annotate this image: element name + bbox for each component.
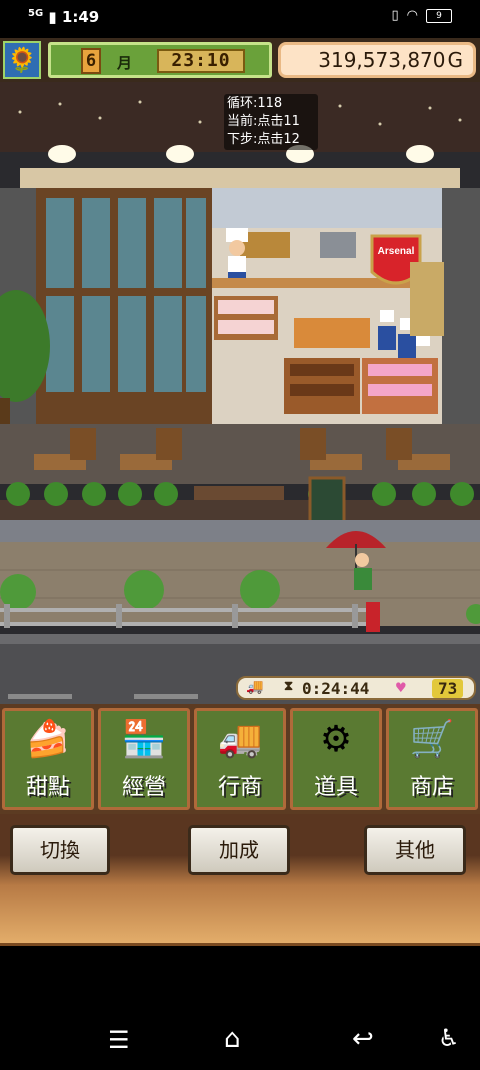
accessibility-icon[interactable]: ♿	[438, 1024, 460, 1052]
lamp-icon	[166, 145, 194, 163]
sunflower-icon[interactable]: 🌻	[3, 41, 41, 79]
chalkboard-sign	[308, 476, 346, 524]
vibrate-icon: ▯	[391, 8, 399, 23]
date-time-panel: 6 月 23:10	[48, 42, 272, 78]
system-nav-bar: ☰ ⌂ ↩ ♿	[0, 1010, 480, 1070]
back-icon[interactable]: ↩	[352, 1024, 374, 1054]
menu-vendor-button[interactable]: 🚚 行商	[194, 708, 286, 810]
overlay-current: 当前:点击11	[227, 114, 300, 129]
home-icon[interactable]: ⌂	[224, 1024, 241, 1054]
lamp-icon	[48, 145, 76, 163]
game-scene[interactable]: Arsenal	[0, 82, 480, 704]
status-strip: 🚚 ⧗ 0:24:44 ♥ 73	[236, 676, 476, 700]
currency-label: G	[447, 48, 464, 72]
automation-overlay: 循环:118 当前:点击11 下步:点击12	[224, 94, 318, 150]
status-left: 5G ▮ 1:49	[28, 8, 99, 26]
boost-button[interactable]: 加成	[188, 825, 290, 875]
menu-vendor-label: 行商	[217, 775, 262, 800]
menu-dessert-button[interactable]: 🍰 甜點	[2, 708, 94, 810]
game-clock: 23:10	[157, 49, 245, 73]
clock-text: 1:49	[61, 8, 100, 26]
truck-icon: 🚚	[246, 679, 264, 695]
money-display: 319,573,870 G	[278, 42, 476, 78]
shop-icon: 🏪	[121, 719, 167, 760]
heart-icon: ♥	[396, 678, 406, 697]
wifi-icon: ◠	[406, 8, 418, 23]
month-label: 月	[117, 54, 133, 72]
menu-icon[interactable]: ☰	[108, 1026, 130, 1054]
scene-art: Arsenal	[0, 82, 480, 704]
cake-icon: 🍰	[25, 719, 71, 760]
money-value: 319,573,870	[318, 48, 446, 72]
timer-text: 0:24:44	[302, 679, 370, 698]
main-menu: 🍰 甜點 🏪 經營 🚚 行商 ⚙ 道具 🛒 商店	[0, 704, 480, 814]
other-button[interactable]: 其他	[364, 825, 466, 875]
menu-items-button[interactable]: ⚙ 道具	[290, 708, 382, 810]
status-bar: 5G ▮ 1:49 ▯ ◠ 9	[0, 0, 480, 36]
menu-store-label: 商店	[409, 775, 454, 800]
heart-count: 73	[432, 679, 464, 698]
menu-dessert-label: 甜點	[25, 775, 70, 800]
month-value: 6	[81, 48, 101, 74]
status-right: ▯ ◠ 9	[391, 8, 452, 23]
cake-shelf	[214, 296, 278, 340]
bottom-panel: 切換 加成 其他	[0, 814, 480, 946]
switch-button[interactable]: 切換	[10, 825, 110, 875]
menu-manage-label: 經營	[121, 775, 166, 800]
truck-icon: 🚚	[217, 719, 263, 760]
hourglass-icon: ⧗	[284, 679, 294, 694]
menu-items-label: 道具	[313, 775, 358, 800]
overlay-next: 下步:点击12	[227, 132, 300, 147]
cart-icon: 🛒	[409, 719, 455, 760]
signal-icon: ▮	[48, 8, 57, 26]
overlay-loop: 循环:118	[227, 96, 283, 111]
menu-store-button[interactable]: 🛒 商店	[386, 708, 478, 810]
battery-icon: 9	[426, 8, 452, 23]
fire-hydrant	[366, 602, 380, 632]
lamp-icon	[406, 145, 434, 163]
network-indicator: 5G	[28, 8, 44, 19]
top-hud: 🌻 6 月 23:10 319,573,870 G	[0, 38, 480, 82]
menu-manage-button[interactable]: 🏪 經營	[98, 708, 190, 810]
shop-sign-text: Arsenal	[378, 246, 415, 257]
items-icon: ⚙	[319, 719, 353, 760]
